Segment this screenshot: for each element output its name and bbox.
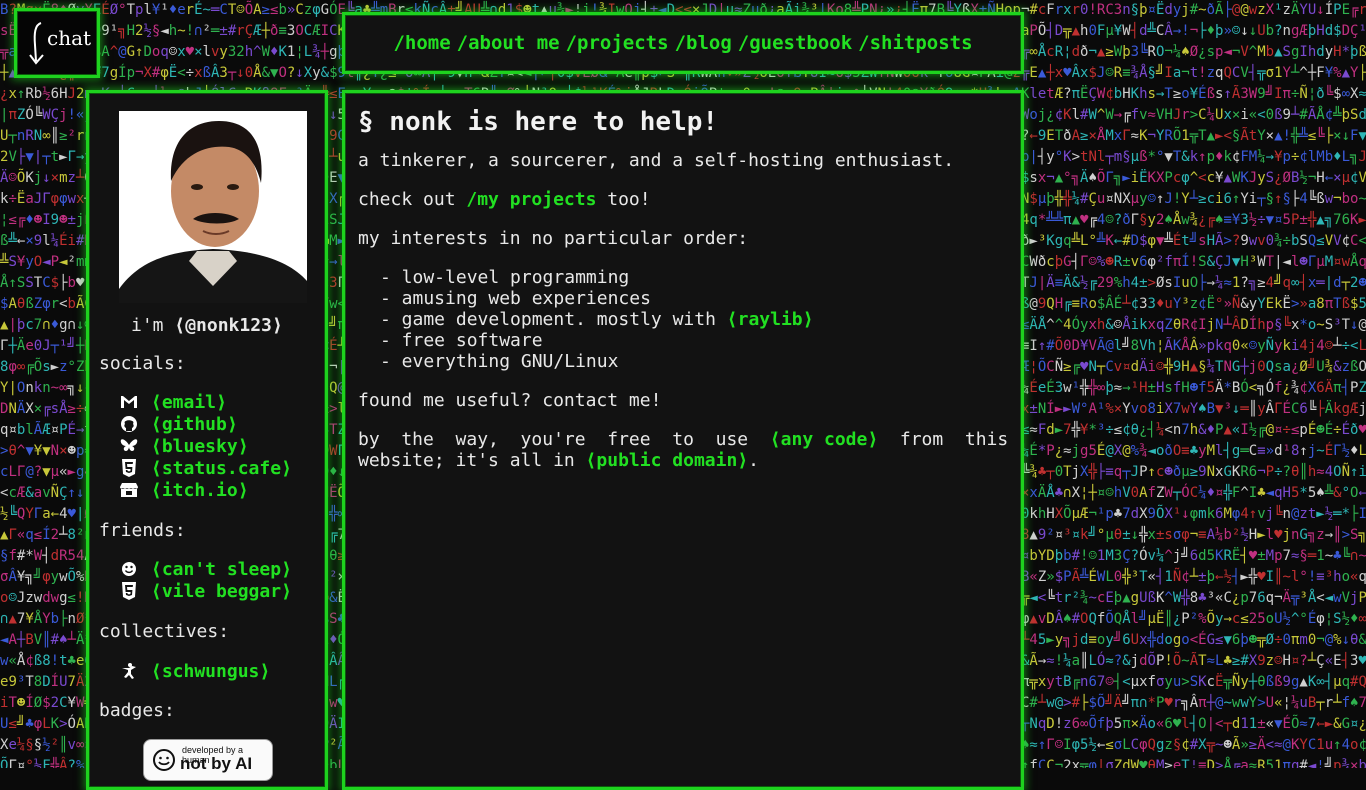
social-bluesky[interactable]: ⟨bluesky⟩ bbox=[119, 435, 249, 457]
license-line2-prefix: website; it's all in bbox=[358, 450, 586, 471]
interest-item-gamedev: - game development. mostly with ⟨raylib⟩ bbox=[380, 309, 813, 330]
gmail-icon bbox=[119, 393, 139, 411]
raylib-link[interactable]: ⟨raylib⟩ bbox=[727, 309, 814, 330]
nav-about[interactable]: /about me bbox=[457, 32, 560, 54]
social-itchio[interactable]: ⟨itch.io⟩ bbox=[119, 479, 249, 501]
email-link[interactable]: ⟨email⟩ bbox=[151, 392, 227, 413]
bluesky-link[interactable]: ⟨bluesky⟩ bbox=[151, 436, 249, 457]
license-prefix: by the way, you're free to use bbox=[358, 429, 770, 450]
html5-icon bbox=[119, 459, 139, 477]
top-navigation: /home /about me /projects /blog /guestbo… bbox=[342, 12, 1024, 74]
nav-home[interactable]: /home bbox=[393, 32, 450, 54]
badge-big-text: not by AI bbox=[180, 754, 253, 773]
checkout-suffix: too! bbox=[596, 189, 651, 210]
not-by-ai-badge[interactable]: developed by a human not by AI bbox=[143, 739, 273, 781]
smiley-icon bbox=[119, 560, 139, 578]
im-prefix: i'm bbox=[131, 315, 175, 336]
vile-beggar-link[interactable]: ⟨vile beggar⟩ bbox=[151, 581, 292, 602]
main-content: § nonk is here to help! a tinkerer, a so… bbox=[342, 90, 1024, 790]
page-title: § nonk is here to help! bbox=[358, 107, 719, 137]
nav-projects[interactable]: /projects bbox=[566, 32, 669, 54]
intro-text: a tinkerer, a sourcerer, and a self-host… bbox=[358, 150, 955, 171]
handle: ⟨@nonk123⟩ bbox=[174, 315, 283, 336]
interest-item: - free software bbox=[380, 330, 543, 351]
chat-toggle-button[interactable]: chat bbox=[14, 8, 100, 78]
smiley-outline-icon bbox=[153, 749, 175, 771]
interests-label: my interests in no particular order: bbox=[358, 228, 749, 249]
social-github[interactable]: ⟨github⟩ bbox=[119, 413, 238, 435]
schwungus-link[interactable]: ⟨schwungus⟩ bbox=[151, 661, 270, 682]
nav-guestbook[interactable]: /guestbook bbox=[738, 32, 852, 54]
chat-label: chat bbox=[47, 26, 91, 50]
collectives-label: collectives: bbox=[99, 621, 230, 642]
friend-cant-sleep[interactable]: ⟨can't sleep⟩ bbox=[119, 558, 292, 580]
cant-sleep-link[interactable]: ⟨can't sleep⟩ bbox=[151, 559, 292, 580]
nav-shitposts[interactable]: /shitposts bbox=[858, 32, 972, 54]
public-domain-link[interactable]: ⟨public domain⟩ bbox=[586, 450, 749, 471]
any-code-link[interactable]: ⟨any code⟩ bbox=[770, 429, 878, 450]
figure-icon bbox=[119, 662, 139, 680]
my-projects-link[interactable]: /my projects bbox=[466, 189, 596, 210]
collective-schwungus[interactable]: ⟨schwungus⟩ bbox=[119, 660, 270, 682]
interest-gamedev-text: - game development. mostly with bbox=[380, 309, 727, 330]
nav-blog[interactable]: /blog bbox=[675, 32, 732, 54]
license-suffix: . bbox=[748, 450, 759, 471]
avatar bbox=[119, 111, 307, 303]
itchio-link[interactable]: ⟨itch.io⟩ bbox=[151, 480, 249, 501]
sidebar: i'm ⟨@nonk123⟩ socials: ⟨email⟩ ⟨github⟩… bbox=[86, 90, 328, 790]
license-middle: from this bbox=[878, 429, 1009, 450]
friends-label: friends: bbox=[99, 520, 186, 541]
interest-item: - amusing web experiences bbox=[380, 288, 651, 309]
chat-arrow-icon: chat bbox=[29, 22, 91, 65]
badges-label: badges: bbox=[99, 700, 175, 721]
checkout-line: check out /my projects too! bbox=[358, 189, 651, 210]
interest-item: - low-level programming bbox=[380, 267, 630, 288]
socials-label: socials: bbox=[99, 353, 186, 374]
license-line-2: website; it's all in ⟨public domain⟩. bbox=[358, 450, 759, 471]
github-icon bbox=[119, 415, 139, 433]
bluesky-icon bbox=[119, 437, 139, 455]
contact-text: found me useful? contact me! bbox=[358, 390, 662, 411]
status-cafe-link[interactable]: ⟨status.cafe⟩ bbox=[151, 458, 292, 479]
itchio-icon bbox=[119, 481, 139, 499]
social-status-cafe[interactable]: ⟨status.cafe⟩ bbox=[119, 457, 292, 479]
social-email[interactable]: ⟨email⟩ bbox=[119, 391, 227, 413]
friend-vile-beggar[interactable]: ⟨vile beggar⟩ bbox=[119, 580, 292, 602]
github-link[interactable]: ⟨github⟩ bbox=[151, 414, 238, 435]
interest-item: - everything GNU/Linux bbox=[380, 351, 619, 372]
checkout-prefix: check out bbox=[358, 189, 467, 210]
html5-icon bbox=[119, 582, 139, 600]
license-line-1: by the way, you're free to use ⟨any code… bbox=[358, 429, 1008, 450]
handle-line: i'm ⟨@nonk123⟩ bbox=[131, 315, 283, 336]
